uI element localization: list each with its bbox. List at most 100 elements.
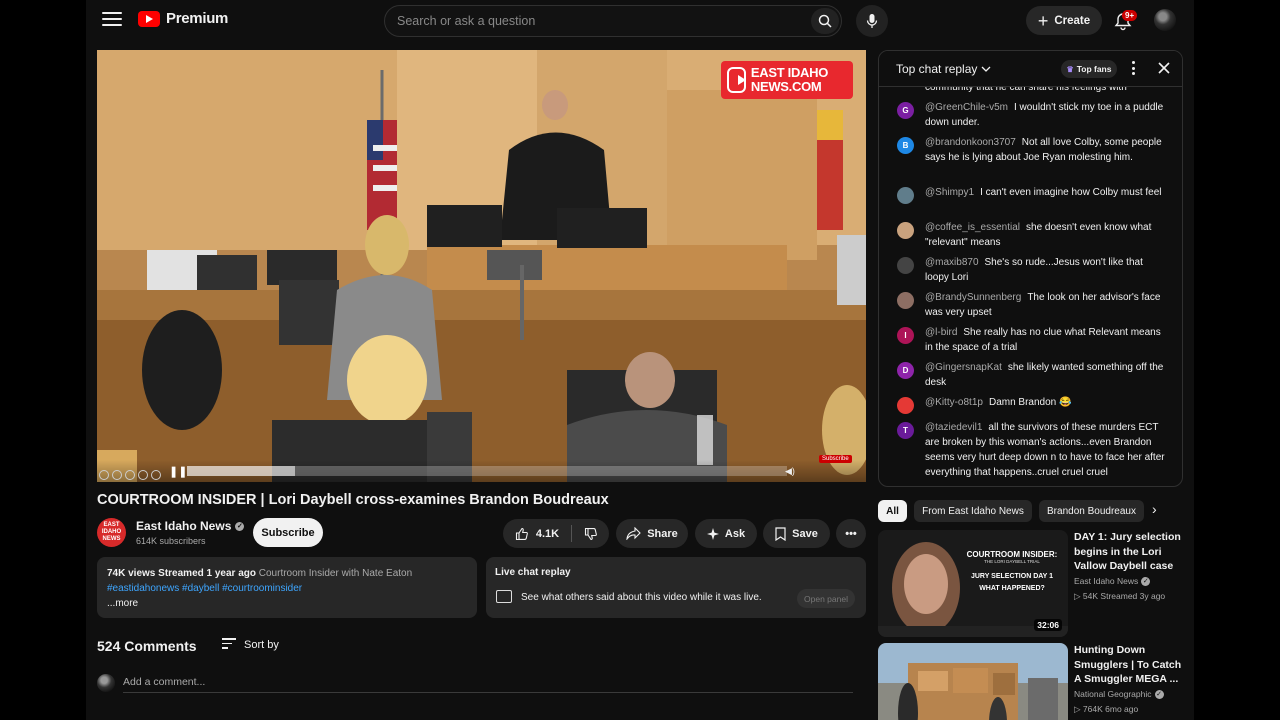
related-video-card[interactable]: Hunting Down Smugglers | To Catch A Smug… xyxy=(878,643,1183,720)
chat-author-name[interactable]: @coffee_is_essential xyxy=(925,222,1020,233)
volume-icon[interactable]: ◀) xyxy=(785,466,795,477)
chat-message-body: @brandonkoon3707 Not all love Colby, some… xyxy=(925,135,1165,165)
chat-author-name[interactable]: @l-bird xyxy=(925,327,957,338)
chat-author-avatar[interactable]: D xyxy=(897,362,914,379)
chat-author-avatar[interactable]: B xyxy=(897,137,914,154)
chat-message-text: She really has no clue what Relevant mea… xyxy=(925,327,1161,353)
add-comment-input[interactable]: Add a comment... xyxy=(123,676,205,688)
open-panel-button[interactable]: Open panel xyxy=(797,589,855,608)
create-label: Create xyxy=(1054,14,1091,27)
seek-bar-progress xyxy=(187,466,295,476)
smugglers-thumbnail xyxy=(878,643,1068,720)
chevron-right-icon[interactable]: › xyxy=(1152,501,1157,517)
voice-search-button[interactable] xyxy=(856,5,888,37)
like-dislike-group: 4.1K xyxy=(503,519,609,548)
comment-input-underline xyxy=(123,692,853,693)
chat-author-name[interactable]: @GingersnapKat xyxy=(925,362,1002,373)
courtroom-video-frame xyxy=(97,50,866,482)
channel-avatar[interactable]: EAST IDAHO NEWS xyxy=(97,518,126,547)
dislike-button[interactable] xyxy=(572,519,609,548)
chat-replay-panel: community that he can share his feelings… xyxy=(878,50,1183,487)
youtube-premium-logo[interactable]: Premium xyxy=(138,10,228,27)
chip-brandon-boudreaux[interactable]: Brandon Boudreaux xyxy=(1039,500,1144,522)
description-box[interactable]: 74K views Streamed 1 year ago Courtroom … xyxy=(97,557,477,618)
search-icon xyxy=(818,14,832,28)
top-fans-button[interactable]: ♛ Top fans xyxy=(1061,60,1117,78)
chat-author-avatar[interactable] xyxy=(897,222,914,239)
share-button[interactable]: Share xyxy=(616,519,688,548)
chat-more-options-icon[interactable] xyxy=(1129,60,1137,76)
create-button[interactable]: + Create xyxy=(1026,6,1102,35)
rewind-icon[interactable] xyxy=(99,470,109,480)
verified-check-icon: ✓ xyxy=(1154,689,1164,699)
chat-author-avatar[interactable] xyxy=(897,397,914,414)
thumbs-down-icon xyxy=(584,527,597,540)
verified-check-icon: ✓ xyxy=(235,521,245,531)
chat-author-avatar[interactable]: T xyxy=(897,422,914,439)
sparkle-icon xyxy=(706,527,719,540)
chip-all[interactable]: All xyxy=(878,500,907,522)
chat-messages-list[interactable]: community that he can share his feelings… xyxy=(879,87,1182,486)
hashtags[interactable]: #eastidahonews #daybell #courtroominside… xyxy=(107,581,467,596)
chat-author-avatar[interactable] xyxy=(897,187,914,204)
seek-bar[interactable] xyxy=(187,466,787,476)
channel-name: East Idaho News xyxy=(136,519,232,533)
related-video-title: Hunting Down Smugglers | To Catch A Smug… xyxy=(1074,644,1182,685)
thumbs-up-icon xyxy=(515,527,528,540)
sort-by-button[interactable]: Sort by xyxy=(222,638,279,652)
related-channel: East Idaho News ✓ xyxy=(1074,576,1184,586)
related-age: Streamed 3y ago xyxy=(1100,591,1166,601)
chat-author-avatar[interactable] xyxy=(897,292,914,309)
chat-message-body: @l-bird She really has no clue what Relev… xyxy=(925,325,1165,355)
close-icon[interactable] xyxy=(1155,59,1173,77)
chat-author-name[interactable]: @GreenChile-v5m xyxy=(925,102,1008,113)
pause-icon[interactable]: ❚❚ xyxy=(169,465,187,478)
video-title: COURTROOM INSIDER | Lori Daybell cross-e… xyxy=(97,492,609,508)
thumb-line-1: COURTROOM INSIDER: xyxy=(966,550,1058,559)
chat-author-name[interactable]: @brandonkoon3707 xyxy=(925,137,1016,148)
captions-icon[interactable] xyxy=(125,470,135,480)
video-duration: 32:06 xyxy=(1034,619,1062,631)
related-video-card[interactable]: COURTROOM INSIDER: THE LORI DAYBELL TRIA… xyxy=(878,530,1183,638)
commenter-avatar xyxy=(97,674,115,692)
chat-message-body: @coffee_is_essential she doesn't even kno… xyxy=(925,220,1165,250)
share-label: Share xyxy=(647,527,678,540)
chat-author-avatar[interactable] xyxy=(897,257,914,274)
chat-title: Top chat replay xyxy=(896,62,978,76)
chat-author-name[interactable]: @Kitty-o8t1p xyxy=(925,397,983,408)
forward-icon[interactable] xyxy=(151,470,161,480)
sort-icon xyxy=(222,638,236,652)
chat-message-body: @maxib870 She's so rude...Jesus won't lik… xyxy=(925,255,1165,285)
chat-author-name[interactable]: @Shimpy1 xyxy=(925,187,974,198)
account-avatar[interactable] xyxy=(1154,9,1176,31)
description-meta-line: 74K views Streamed 1 year ago Courtroom … xyxy=(107,566,467,581)
subscribe-button[interactable]: Subscribe xyxy=(253,518,323,547)
chip-from-east-idaho-news[interactable]: From East Idaho News xyxy=(914,500,1032,522)
related-views: 764K xyxy=(1082,704,1103,714)
top-bar: Premium + Create 9+ xyxy=(86,0,1194,42)
subscribe-watermark[interactable]: Subscribe xyxy=(819,455,852,463)
description-more-link[interactable]: ...more xyxy=(107,596,467,611)
thumb-line-3: JURY SELECTION DAY 1 xyxy=(970,573,1054,580)
chat-author-avatar[interactable]: I xyxy=(897,327,914,344)
chat-mode-dropdown[interactable]: Top chat replay xyxy=(896,62,991,76)
brand-overlay-text: EAST IDAHO NEWS.COM xyxy=(750,65,829,94)
search-button[interactable] xyxy=(811,8,839,34)
like-button[interactable]: 4.1K xyxy=(503,519,571,548)
chat-author-name[interactable]: @taziedevil1 xyxy=(925,422,982,433)
search-input[interactable] xyxy=(385,14,795,28)
edit-icon[interactable] xyxy=(112,470,122,480)
chat-author-name[interactable]: @BrandySunnenberg xyxy=(925,292,1021,303)
video-player[interactable]: EAST IDAHO NEWS.COM ❚❚ ◀) Subscribe xyxy=(97,50,866,482)
ask-button[interactable]: Ask xyxy=(695,519,757,548)
save-button[interactable]: Save xyxy=(763,519,830,548)
video-control-icons xyxy=(99,470,161,480)
settings-icon[interactable] xyxy=(138,470,148,480)
chat-author-avatar[interactable]: G xyxy=(897,102,914,119)
more-actions-button[interactable]: ••• xyxy=(836,519,866,548)
hamburger-menu-icon[interactable] xyxy=(102,12,122,28)
chat-author-name[interactable]: @maxib870 xyxy=(925,257,979,268)
related-channel: National Geographic ✓ xyxy=(1074,689,1184,699)
channel-name-link[interactable]: East Idaho News ✓ xyxy=(136,519,245,533)
related-age: 6mo ago xyxy=(1105,704,1139,714)
